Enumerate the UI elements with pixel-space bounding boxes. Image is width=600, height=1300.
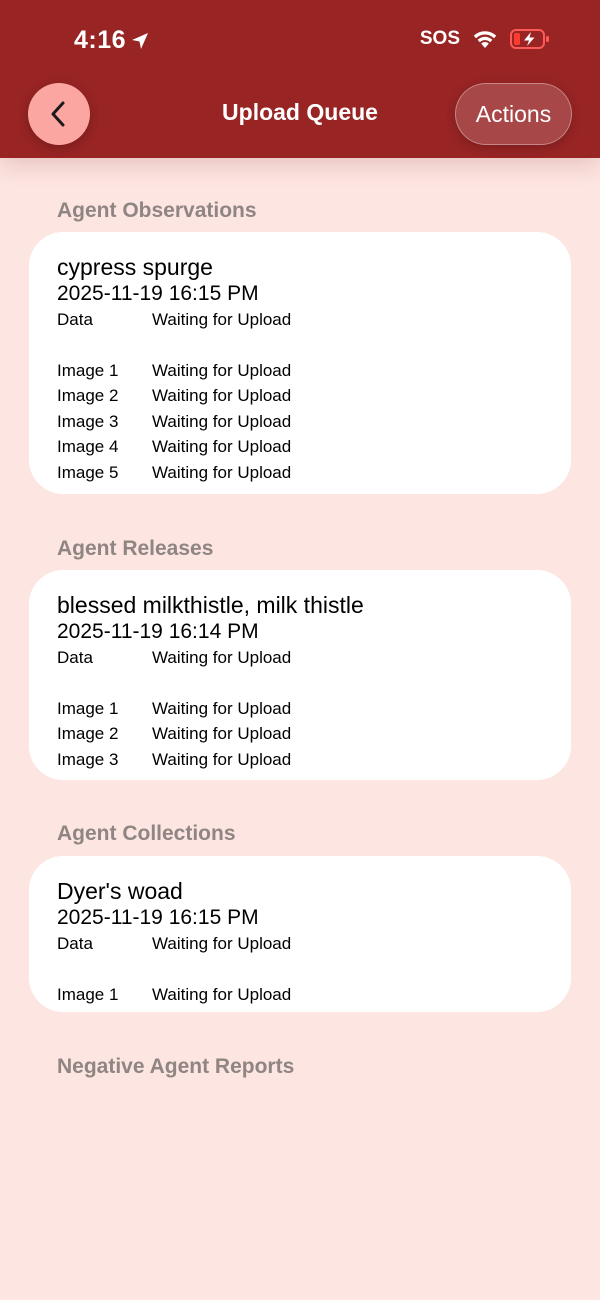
status-time: 4:16: [74, 26, 150, 55]
image-row: Image 1 Waiting for Upload: [57, 985, 537, 1007]
row-status: Waiting for Upload: [152, 310, 292, 329]
image-row: Image 4 Waiting for Upload: [57, 437, 537, 459]
row-label: Image 5: [57, 463, 119, 482]
data-row: Data Waiting for Upload: [57, 934, 537, 956]
image-row: Image 2 Waiting for Upload: [57, 386, 537, 408]
image-row: Image 1 Waiting for Upload: [57, 361, 537, 383]
row-status: Waiting for Upload: [152, 724, 292, 743]
status-time-text: 4:16: [74, 26, 127, 54]
row-label: Image 1: [57, 699, 119, 718]
row-status: Waiting for Upload: [152, 386, 292, 405]
card-date: 2025-11-19 16:15 PM: [57, 906, 259, 929]
actions-button[interactable]: Actions: [455, 83, 572, 145]
image-row: Image 5 Waiting for Upload: [57, 463, 537, 485]
row-label: Image 4: [57, 437, 119, 456]
wifi-icon: [473, 31, 497, 48]
card-date: 2025-11-19 16:15 PM: [57, 282, 259, 305]
row-label: Image 1: [57, 985, 119, 1004]
row-label: Image 1: [57, 361, 119, 380]
upload-card-collection[interactable]: Dyer's woad 2025-11-19 16:15 PM Data Wai…: [29, 856, 571, 1012]
image-row: Image 3 Waiting for Upload: [57, 750, 537, 772]
card-name: Dyer's woad: [57, 878, 183, 904]
row-status: Waiting for Upload: [152, 699, 292, 718]
data-row: Data Waiting for Upload: [57, 310, 537, 332]
header-bar: 4:16 SOS Upload Queue Actions: [0, 0, 600, 158]
row-label: Image 3: [57, 412, 119, 431]
actions-button-label: Actions: [475, 100, 552, 127]
row-label: Data: [57, 934, 93, 953]
row-label: Image 2: [57, 724, 119, 743]
row-status: Waiting for Upload: [152, 463, 292, 482]
row-status: Waiting for Upload: [152, 361, 292, 380]
section-header-collections: Agent Collections: [57, 822, 236, 845]
sos-indicator: SOS: [419, 28, 460, 49]
section-header-observations: Agent Observations: [57, 199, 257, 222]
row-label: Image 3: [57, 750, 119, 769]
image-row: Image 3 Waiting for Upload: [57, 412, 537, 434]
card-name: blessed milkthistle, milk thistle: [57, 592, 364, 618]
card-date: 2025-11-19 16:14 PM: [57, 620, 259, 643]
row-status: Waiting for Upload: [152, 750, 292, 769]
row-status: Waiting for Upload: [152, 648, 292, 667]
row-status: Waiting for Upload: [152, 412, 292, 431]
upload-card-release[interactable]: blessed milkthistle, milk thistle 2025-1…: [29, 570, 571, 780]
row-status: Waiting for Upload: [152, 437, 292, 456]
card-name: cypress spurge: [57, 254, 213, 280]
battery-charging-icon: [510, 29, 549, 49]
status-indicators: SOS: [420, 28, 550, 50]
section-header-negative-reports: Negative Agent Reports: [57, 1055, 295, 1078]
row-status: Waiting for Upload: [152, 934, 292, 953]
row-label: Data: [57, 648, 93, 667]
section-header-releases: Agent Releases: [57, 537, 214, 560]
row-status: Waiting for Upload: [152, 985, 292, 1004]
row-label: Image 2: [57, 386, 119, 405]
image-row: Image 1 Waiting for Upload: [57, 699, 537, 721]
data-row: Data Waiting for Upload: [57, 648, 537, 670]
location-arrow-icon: [132, 32, 149, 49]
upload-card-observation[interactable]: cypress spurge 2025-11-19 16:15 PM Data …: [29, 232, 571, 494]
image-row: Image 2 Waiting for Upload: [57, 724, 537, 746]
row-label: Data: [57, 310, 93, 329]
